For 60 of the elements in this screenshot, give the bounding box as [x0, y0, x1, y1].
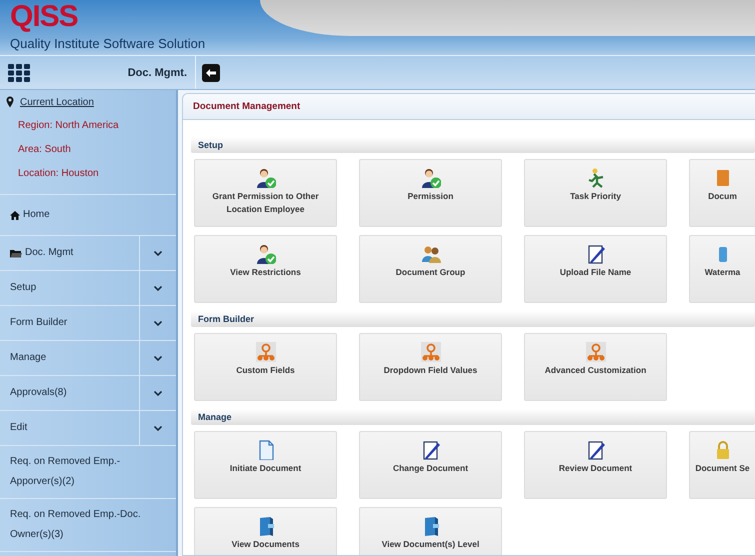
chevron-down-icon: [154, 356, 162, 360]
menu-tile[interactable]: Change Document: [359, 431, 502, 499]
current-location-link[interactable]: Current Location: [20, 96, 94, 108]
menu-tile[interactable]: Document Group: [359, 235, 502, 303]
sidebar-item[interactable]: Edit: [0, 411, 139, 445]
back-arrow-icon: [205, 68, 217, 78]
sidebar-item[interactable]: Home: [0, 195, 176, 235]
menu-tile[interactable]: Grant Permission to Other Location Employee: [194, 159, 337, 227]
sidebar-item[interactable]: Form Builder: [0, 306, 139, 340]
document-pen-icon: [586, 440, 606, 460]
sidebar-item[interactable]: Manage: [0, 341, 139, 375]
menu-tile[interactable]: Waterma: [689, 235, 755, 303]
chevron-down-icon: [154, 390, 162, 396]
user-check-icon: [256, 244, 276, 264]
org-chart-icon: [256, 342, 276, 362]
apps-grid-icon[interactable]: [8, 64, 30, 82]
back-button[interactable]: [202, 64, 220, 82]
section-header: Manage: [191, 409, 755, 425]
document-pen-icon: [420, 440, 440, 460]
org-chart-icon: [420, 342, 440, 362]
location-info: Area: South: [17, 143, 72, 157]
menu-tile[interactable]: Custom Fields: [194, 333, 337, 401]
sidebar-item[interactable]: Req. on Removed Emp.-Apporver(s)(2): [0, 446, 176, 498]
menu-tile[interactable]: Task Priority: [524, 159, 667, 227]
chevron-down-icon: [154, 320, 162, 326]
sidebar-item[interactable]: Setup: [0, 271, 139, 305]
user-check-icon: [420, 168, 440, 188]
menu-tile[interactable]: Permission: [359, 159, 502, 227]
menu-tile[interactable]: Initiate Document: [194, 431, 337, 499]
org-chart-icon: [586, 342, 606, 362]
menu-tile[interactable]: Upload File Name: [524, 235, 667, 303]
section-header: Form Builder: [191, 311, 755, 327]
menu-tile[interactable]: View Documents: [194, 507, 337, 555]
sidebar-item[interactable]: Req. on Removed Emp.-Doc. Owner(s)(3): [0, 499, 176, 551]
location-info: Location: Houston: [17, 167, 100, 181]
people-icon: [420, 244, 440, 264]
sidebar-item[interactable]: Approvals(8): [0, 376, 139, 410]
menu-tile[interactable]: Dropdown Field Values: [359, 333, 502, 401]
chevron-down-icon: [154, 250, 162, 256]
menu-tile[interactable]: Review Document: [524, 431, 667, 499]
location-info: Region: North America: [17, 119, 120, 133]
document-pen-icon: [586, 244, 606, 264]
chevron-down-icon: [154, 426, 162, 430]
logo: QISS: [10, 2, 78, 32]
menu-tile[interactable]: View Document(s) Level: [359, 507, 502, 555]
page-title: Document Management: [183, 94, 755, 120]
chevron-down-icon: [154, 286, 162, 290]
module-title: Doc. Mgmt.: [128, 66, 187, 78]
logo-subtitle: Quality Institute Software Solution: [10, 36, 206, 51]
section-header: Setup: [191, 137, 755, 153]
menu-tile[interactable]: Docum: [689, 159, 755, 227]
menu-tile[interactable]: Advanced Customization: [524, 333, 667, 401]
user-check-icon: [256, 168, 276, 188]
sidebar-item[interactable]: Doc. Mgmt: [0, 236, 139, 270]
location-pin-icon: [6, 96, 14, 108]
folder-icon: [10, 248, 22, 258]
menu-tile[interactable]: View Restrictions: [194, 235, 337, 303]
menu-tile[interactable]: Document Se: [689, 431, 755, 499]
home-icon: [10, 210, 20, 220]
running-person-icon: [586, 168, 606, 188]
